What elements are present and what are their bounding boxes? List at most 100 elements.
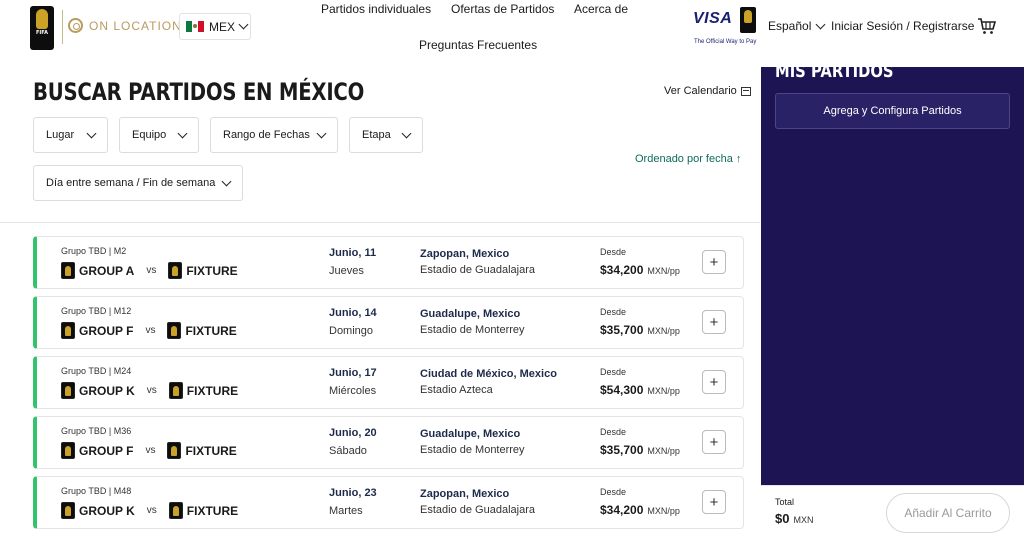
match-price: $34,200 MXN/pp xyxy=(600,263,680,277)
filter-label: Etapa xyxy=(362,129,391,141)
team-crest-icon xyxy=(168,382,183,399)
header-divider xyxy=(62,10,63,44)
nav-ofertas-de-partidos[interactable]: Ofertas de Partidos xyxy=(451,2,554,16)
match-teams: GROUP F vs FIXTURE xyxy=(61,322,237,339)
match-city: Zapopan, Mexico xyxy=(420,248,510,260)
nav-acerca-de[interactable]: Acerca de xyxy=(574,2,628,16)
team-home: GROUP A xyxy=(79,263,135,278)
team-home: GROUP F xyxy=(79,443,134,458)
match-row[interactable]: Grupo TBD | M48 GROUP K vs FIXTURE Junio, 23… xyxy=(33,476,744,529)
match-teams: GROUP K vs FIXTURE xyxy=(61,382,238,399)
nav-partidos-individuales[interactable]: Partidos individuales xyxy=(321,2,431,16)
filter-label: Día entre semana / Fin de semana xyxy=(46,177,216,189)
team-crest-icon xyxy=(61,442,75,459)
chevron-down-icon xyxy=(238,19,249,30)
match-price: $34,200 MXN/pp xyxy=(600,503,680,517)
calendar-icon xyxy=(740,86,751,96)
match-teams: GROUP A vs FIXTURE xyxy=(61,262,238,279)
view-calendar-link[interactable]: Ver Calendario xyxy=(664,85,751,97)
add-match-button[interactable]: + xyxy=(702,490,726,514)
page-title: BUSCAR PARTIDOS EN MÉXICO xyxy=(33,78,365,106)
price-from-label: Desde xyxy=(600,427,627,437)
match-row[interactable]: Grupo TBD | M36 GROUP F vs FIXTURE Junio, 20… xyxy=(33,416,744,469)
price-currency: MXN/pp xyxy=(647,326,680,336)
team-away: FIXTURE xyxy=(186,263,238,278)
filter-etapa[interactable]: Etapa xyxy=(349,117,423,153)
chevron-down-icon xyxy=(401,128,412,138)
add-match-button[interactable]: + xyxy=(702,250,726,274)
panel-title: MIS PARTIDOS xyxy=(775,61,894,82)
match-price: $35,700 MXN/pp xyxy=(600,323,680,337)
match-row[interactable]: Grupo TBD | M24 GROUP K vs FIXTURE Junio, 17… xyxy=(33,356,744,409)
price-amount: $35,700 xyxy=(600,443,644,457)
visa-tagline: The Official Way to Pay xyxy=(694,39,757,45)
add-match-button[interactable]: + xyxy=(702,430,726,454)
cart-icon[interactable] xyxy=(977,17,997,35)
add-to-cart-button[interactable]: Añadir Al Carrito xyxy=(886,493,1010,533)
price-from-label: Desde xyxy=(600,247,627,257)
match-day: Domingo xyxy=(329,325,374,337)
price-amount: $34,200 xyxy=(600,503,644,517)
total-amount: $0 xyxy=(775,511,790,526)
team-crest-icon xyxy=(167,322,182,339)
country-selector[interactable]: MEX xyxy=(179,13,251,40)
team-crest-icon xyxy=(61,382,75,399)
match-date: Junio, 20 xyxy=(329,427,377,439)
match-day: Martes xyxy=(329,505,363,517)
filter-equipo[interactable]: Equipo xyxy=(119,117,199,153)
match-date: Junio, 11 xyxy=(329,247,377,259)
team-crest-icon xyxy=(168,502,183,519)
login-link[interactable]: Iniciar Sesión / Registrarse xyxy=(831,19,974,33)
price-currency: MXN/pp xyxy=(647,266,680,276)
total-value: $0 MXN xyxy=(775,511,813,526)
filter-lugar[interactable]: Lugar xyxy=(33,117,108,153)
match-row[interactable]: Grupo TBD | M12 GROUP F vs FIXTURE Junio, 14… xyxy=(33,296,744,349)
fifa-world-cup-logo[interactable]: FIFA xyxy=(30,6,54,50)
add-match-button[interactable]: + xyxy=(702,370,726,394)
price-currency: MXN/pp xyxy=(647,446,680,456)
language-selector[interactable]: Español xyxy=(768,19,826,33)
match-date: Junio, 14 xyxy=(329,307,377,319)
nav-preguntas-frecuentes[interactable]: Preguntas Frecuentes xyxy=(419,38,537,52)
match-city: Guadalupe, Mexico xyxy=(420,428,521,440)
visa-logo: VISA xyxy=(693,10,733,27)
vs-label: vs xyxy=(145,445,156,456)
on-location-label: ON LOCATION xyxy=(89,18,182,33)
team-home: GROUP K xyxy=(79,503,135,518)
match-row[interactable]: Grupo TBD | M2 GROUP A vs FIXTURE Junio, 11 J… xyxy=(33,236,744,289)
match-price: $54,300 MXN/pp xyxy=(600,383,680,397)
cart-footer: Total $0 MXN Añadir Al Carrito xyxy=(761,485,1024,538)
vs-label: vs xyxy=(146,385,157,396)
vs-label: vs xyxy=(146,265,157,276)
match-day: Jueves xyxy=(329,265,364,277)
match-price: $35,700 MXN/pp xyxy=(600,443,680,457)
match-venue: Estadio de Monterrey xyxy=(420,444,525,456)
vs-label: vs xyxy=(145,325,156,336)
team-home: GROUP F xyxy=(79,323,134,338)
match-city: Guadalupe, Mexico xyxy=(420,308,521,320)
team-away: FIXTURE xyxy=(186,383,239,398)
filter-rango-de-fechas[interactable]: Rango de Fechas xyxy=(210,117,338,153)
chevron-down-icon xyxy=(177,128,188,138)
team-crest-icon xyxy=(168,262,183,279)
chevron-down-icon xyxy=(86,128,97,138)
on-location-ring-icon xyxy=(68,18,83,33)
filter-dia-semana[interactable]: Día entre semana / Fin de semana xyxy=(33,165,243,201)
my-matches-panel: MIS PARTIDOS Agrega y Configura Partidos xyxy=(761,62,1024,485)
match-day: Sábado xyxy=(329,445,367,457)
match-day: Miércoles xyxy=(329,385,377,397)
vs-label: vs xyxy=(146,505,157,516)
trophy-icon xyxy=(36,9,48,29)
on-location-logo[interactable]: ON LOCATION xyxy=(68,18,182,33)
match-group: Grupo TBD | M2 xyxy=(61,246,127,256)
price-amount: $54,300 xyxy=(600,383,644,397)
fifa-logo-text: FIFA xyxy=(36,30,48,36)
team-away: FIXTURE xyxy=(185,443,237,458)
configure-matches-button[interactable]: Agrega y Configura Partidos xyxy=(775,93,1010,129)
chevron-down-icon xyxy=(815,19,826,29)
team-crest-icon xyxy=(61,262,75,279)
sort-by-date[interactable]: Ordenado por fecha ↑ xyxy=(635,153,741,165)
filter-label: Lugar xyxy=(46,129,75,141)
match-venue: Estadio de Guadalajara xyxy=(420,504,535,516)
add-match-button[interactable]: + xyxy=(702,310,726,334)
